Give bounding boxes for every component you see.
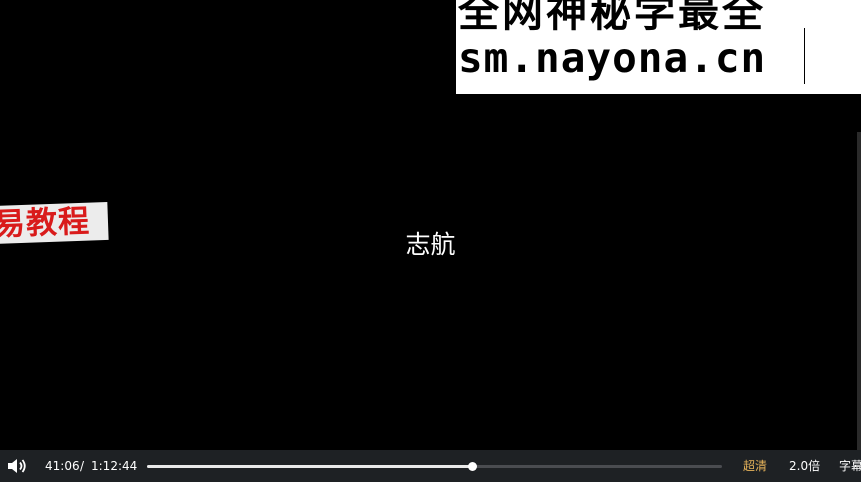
- watermark-box: 全网神秘学最全 sm.nayona.cn: [456, 0, 861, 94]
- text-cursor: [804, 28, 805, 84]
- subtitle-button[interactable]: 字幕: [839, 450, 861, 482]
- current-time: 41:06: [45, 459, 80, 473]
- speaker-icon[interactable]: [7, 457, 27, 475]
- quality-button[interactable]: 超清: [743, 450, 767, 482]
- progress-thumb[interactable]: [467, 462, 477, 471]
- watermark-url: sm.nayona.cn: [458, 34, 767, 82]
- progress-track[interactable]: [147, 462, 722, 471]
- side-panel-edge: [857, 132, 861, 450]
- speed-button[interactable]: 2.0倍: [789, 450, 820, 482]
- time-separator: /: [80, 459, 85, 473]
- progress-fill: [147, 465, 472, 468]
- video-center-text: 志航: [405, 230, 456, 259]
- player-control-bar: 41:06 / 1:12:44 超清 2.0倍 字幕: [0, 450, 861, 482]
- duration: 1:12:44: [91, 459, 138, 473]
- watermark-line-1: 全网神秘学最全: [458, 0, 766, 36]
